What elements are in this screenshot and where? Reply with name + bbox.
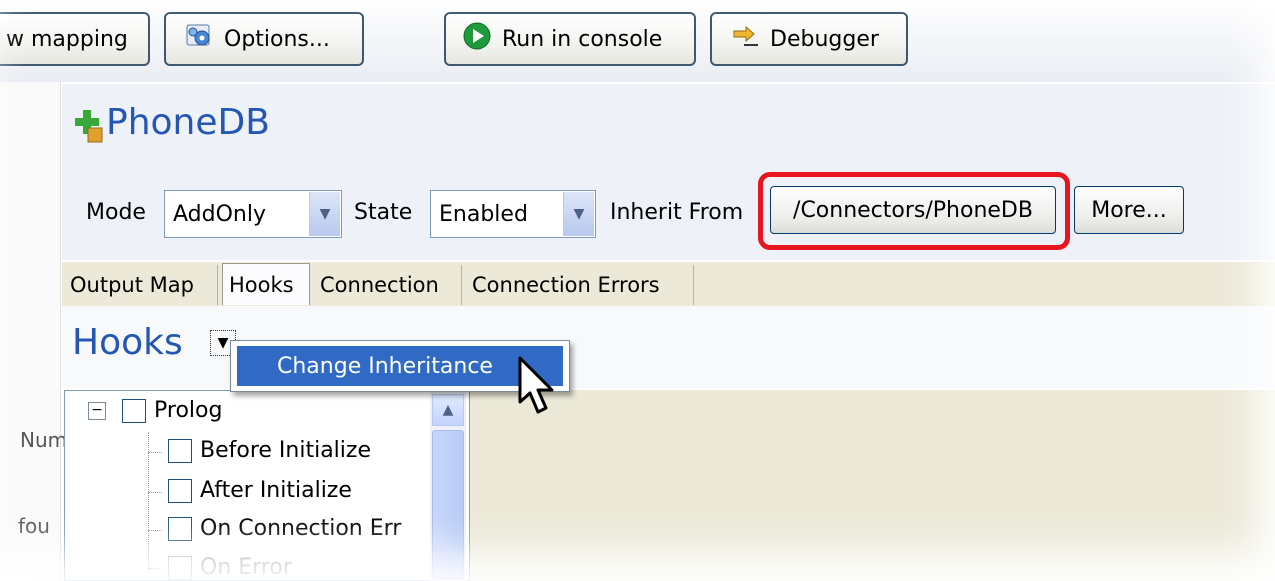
tree-scrollbar[interactable]: ▲ bbox=[430, 392, 466, 581]
tree-node-label: Prolog bbox=[154, 398, 223, 423]
checkbox[interactable] bbox=[168, 438, 192, 463]
checkbox[interactable] bbox=[168, 516, 192, 541]
hooks-title: Hooks bbox=[72, 322, 183, 363]
left-panel bbox=[0, 82, 61, 581]
inherit-from-label: Inherit From bbox=[610, 200, 744, 225]
tree-node-on-connection-error[interactable]: On Connection Err bbox=[168, 516, 426, 541]
chevron-down-icon[interactable]: ▼ bbox=[309, 192, 340, 236]
tree-node-label: On Connection Err bbox=[200, 516, 402, 541]
chevron-down-icon[interactable]: ▼ bbox=[563, 192, 594, 236]
page-title: PhoneDB bbox=[106, 102, 270, 143]
debugger-label: Debugger bbox=[770, 26, 879, 52]
change-inheritance-menu-item[interactable]: Change Inheritance bbox=[237, 346, 563, 386]
mapping-button-label: w mapping bbox=[6, 26, 128, 52]
options-button-label: Options... bbox=[224, 26, 330, 52]
checkbox[interactable] bbox=[168, 478, 192, 503]
tree-node-label: On Error bbox=[200, 555, 292, 580]
debugger-icon bbox=[730, 21, 760, 57]
menu-item-label: Change Inheritance bbox=[277, 353, 493, 379]
options-button[interactable]: Options... bbox=[164, 12, 364, 66]
highlight-box bbox=[758, 172, 1070, 250]
options-icon bbox=[184, 21, 214, 57]
left-fragment-2: fou bbox=[18, 514, 50, 538]
run-in-console-button[interactable]: Run in console bbox=[444, 12, 696, 66]
tab-connection-errors[interactable]: Connection Errors bbox=[466, 265, 694, 305]
state-value: Enabled bbox=[439, 201, 528, 227]
tab-output-map[interactable]: Output Map bbox=[64, 265, 218, 305]
tree-node-label: Before Initialize bbox=[200, 438, 371, 463]
mode-value: AddOnly bbox=[173, 201, 266, 227]
mouse-cursor-icon bbox=[516, 356, 560, 422]
run-in-console-label: Run in console bbox=[502, 26, 663, 52]
left-fragment-1: Num bbox=[20, 428, 68, 452]
state-select[interactable]: Enabled ▼ bbox=[430, 190, 596, 238]
state-label: State bbox=[354, 200, 413, 225]
tree-node-after-initialize[interactable]: After Initialize bbox=[168, 478, 352, 503]
tree-node-prolog[interactable]: Prolog bbox=[122, 398, 222, 423]
hook-editor-area bbox=[470, 390, 1275, 581]
mapping-button[interactable]: w mapping bbox=[0, 12, 150, 66]
mode-label: Mode bbox=[86, 200, 146, 225]
more-button[interactable]: More... bbox=[1074, 186, 1184, 234]
tree-node-on-error[interactable]: On Error bbox=[168, 555, 292, 580]
scroll-thumb[interactable] bbox=[432, 430, 464, 580]
tree-node-before-initialize[interactable]: Before Initialize bbox=[168, 438, 371, 463]
tab-connection[interactable]: Connection bbox=[314, 265, 462, 305]
checkbox[interactable] bbox=[122, 398, 146, 423]
checkbox[interactable] bbox=[168, 555, 192, 580]
scroll-up-icon[interactable]: ▲ bbox=[432, 394, 464, 426]
collapse-icon[interactable]: − bbox=[88, 402, 106, 420]
tree-node-label: After Initialize bbox=[200, 478, 352, 503]
debugger-button[interactable]: Debugger bbox=[710, 12, 908, 66]
connector-add-icon bbox=[74, 108, 104, 148]
play-icon bbox=[462, 21, 492, 57]
toolbar: w mapping Options... Run in console Debu… bbox=[0, 0, 1275, 82]
tab-hooks[interactable]: Hooks bbox=[222, 263, 310, 305]
mode-select[interactable]: AddOnly ▼ bbox=[164, 190, 342, 238]
